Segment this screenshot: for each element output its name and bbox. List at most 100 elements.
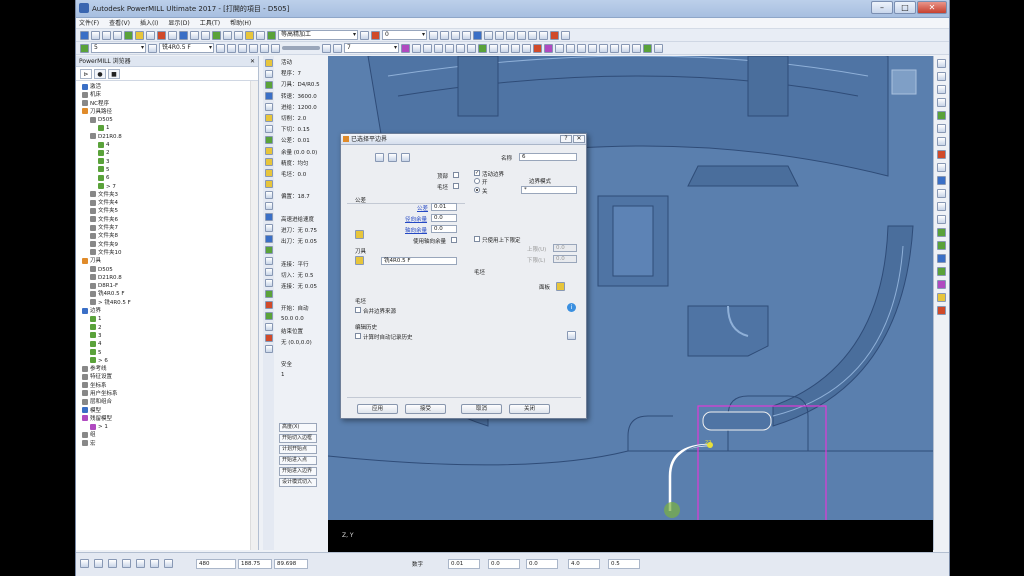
layer-combo[interactable]: 0 (382, 30, 427, 40)
radio-off[interactable] (474, 187, 480, 193)
shade-green-icon[interactable] (478, 43, 487, 53)
measure-icon[interactable] (561, 30, 570, 40)
verify-icon[interactable] (223, 30, 232, 40)
menu-view[interactable]: 查看(V) (109, 18, 130, 28)
path-combo[interactable]: 7 (344, 43, 399, 53)
view-red-icon[interactable] (937, 150, 946, 159)
view-l-icon[interactable] (937, 215, 946, 224)
axial-thickness-input[interactable]: 0.0 (431, 225, 457, 233)
delete-icon[interactable] (533, 43, 542, 53)
status-value-4[interactable]: 4.0 (568, 559, 600, 569)
radial-thickness-label[interactable]: 径向余量 (405, 215, 427, 223)
front-icon[interactable] (539, 30, 548, 40)
top-checkbox[interactable] (453, 172, 459, 178)
accept-button[interactable]: 接受 (405, 404, 446, 414)
status-icon-7[interactable] (164, 559, 173, 568)
merge-checkbox[interactable] (355, 307, 361, 313)
minimize-button[interactable]: – (871, 1, 893, 14)
view-wire-icon[interactable] (937, 189, 946, 198)
view19-icon[interactable] (643, 43, 652, 53)
tool-icon[interactable] (135, 30, 144, 40)
cancel-button[interactable]: 取消 (461, 404, 502, 414)
view-front-icon[interactable] (937, 85, 946, 94)
save-icon[interactable] (80, 30, 89, 40)
rotate-icon[interactable] (484, 30, 493, 40)
property-button[interactable]: 开始进入边界 (279, 467, 317, 476)
view6-icon[interactable] (467, 43, 476, 53)
tree-item[interactable]: 文件夹8 (76, 232, 258, 240)
block-icon[interactable] (124, 30, 133, 40)
tolerance-label[interactable]: 公差 (417, 204, 428, 212)
options-icon[interactable] (256, 30, 265, 40)
view9-icon[interactable] (511, 43, 520, 53)
view-shade-icon[interactable] (937, 176, 946, 185)
tree-item[interactable]: 5 (76, 349, 258, 357)
view-g1-icon[interactable] (937, 228, 946, 237)
tree-item[interactable]: 特征设置 (76, 373, 258, 381)
tree-item[interactable]: 4 (76, 340, 258, 348)
view-side-icon[interactable] (937, 98, 946, 107)
view5-icon[interactable] (456, 43, 465, 53)
view-h-icon[interactable] (937, 202, 946, 211)
color-icon[interactable] (544, 43, 553, 53)
view14-icon[interactable] (588, 43, 597, 53)
info-icon[interactable]: i (567, 303, 576, 312)
upper-input[interactable]: 0.0 (553, 244, 577, 252)
view18-icon[interactable] (632, 43, 641, 53)
view7-icon[interactable] (489, 43, 498, 53)
tree-item[interactable]: 刀具路径 (76, 108, 258, 116)
selection-icon[interactable] (371, 30, 380, 40)
dialog-tool-icon-2[interactable] (388, 153, 397, 162)
zoom-icon[interactable] (473, 30, 482, 40)
view-zoomout-icon[interactable] (937, 137, 946, 146)
option-icon[interactable] (556, 282, 565, 291)
tree-item[interactable]: 3 (76, 158, 258, 166)
limit-checkbox[interactable] (474, 236, 480, 242)
view15-icon[interactable] (599, 43, 608, 53)
tree-item[interactable]: 铣4R0.5 F (76, 290, 258, 298)
close-dialog-button[interactable]: 关闭 (509, 404, 550, 414)
tree-item[interactable]: 文件夹10 (76, 249, 258, 257)
view2-icon[interactable] (423, 43, 432, 53)
iso-icon[interactable] (517, 30, 526, 40)
speed-slider[interactable] (282, 46, 320, 50)
stock-icon[interactable] (245, 30, 254, 40)
tree-item[interactable]: D8R1-F (76, 282, 258, 290)
history-checkbox[interactable] (355, 333, 361, 339)
tree-item[interactable]: 组 (76, 431, 258, 439)
tool-select[interactable]: 铣4R0.5 F (381, 257, 457, 265)
view16-icon[interactable] (610, 43, 619, 53)
tree-item[interactable]: > 7 (76, 183, 258, 191)
radio-on[interactable] (474, 178, 480, 184)
menu-insert[interactable]: 插入(I) (140, 18, 158, 28)
status-icon-3[interactable] (108, 559, 117, 568)
tree-item[interactable]: D505 (76, 266, 258, 274)
property-button[interactable]: 开始切入边框 (279, 434, 317, 443)
thickness-tool-icon[interactable] (355, 230, 364, 239)
tree-item[interactable]: 文件夹3 (76, 191, 258, 199)
tree-item[interactable]: 坐标系 (76, 382, 258, 390)
status-value-3[interactable]: 0.0 (526, 559, 558, 569)
view10-icon[interactable] (522, 43, 531, 53)
tree-item[interactable]: NC程序 (76, 100, 258, 108)
prev-icon[interactable] (238, 43, 247, 53)
tab-help[interactable]: ■ (108, 69, 120, 79)
menu-file[interactable]: 文件(F) (79, 18, 99, 28)
tool-combo[interactable]: 铣4R0.5 F (159, 43, 214, 53)
tree-item[interactable]: 激活 (76, 83, 258, 91)
tree-item[interactable]: 5 (76, 166, 258, 174)
render-icon[interactable] (401, 43, 410, 53)
tree-item[interactable]: 3 (76, 332, 258, 340)
view-green-icon[interactable] (937, 111, 946, 120)
view-zoomin-icon[interactable] (937, 124, 946, 133)
shade-icon[interactable] (440, 30, 449, 40)
list-icon[interactable] (333, 43, 342, 53)
apply-button[interactable]: 应用 (357, 404, 398, 414)
tree-item[interactable]: 残留模型 (76, 415, 258, 423)
tree-item[interactable]: 层和组合 (76, 398, 258, 406)
pattern-icon[interactable] (157, 30, 166, 40)
tree-item[interactable]: 宏 (76, 440, 258, 448)
top-icon[interactable] (528, 30, 537, 40)
tree-item[interactable]: 文件夹4 (76, 199, 258, 207)
status-value-5[interactable]: 0.5 (608, 559, 640, 569)
